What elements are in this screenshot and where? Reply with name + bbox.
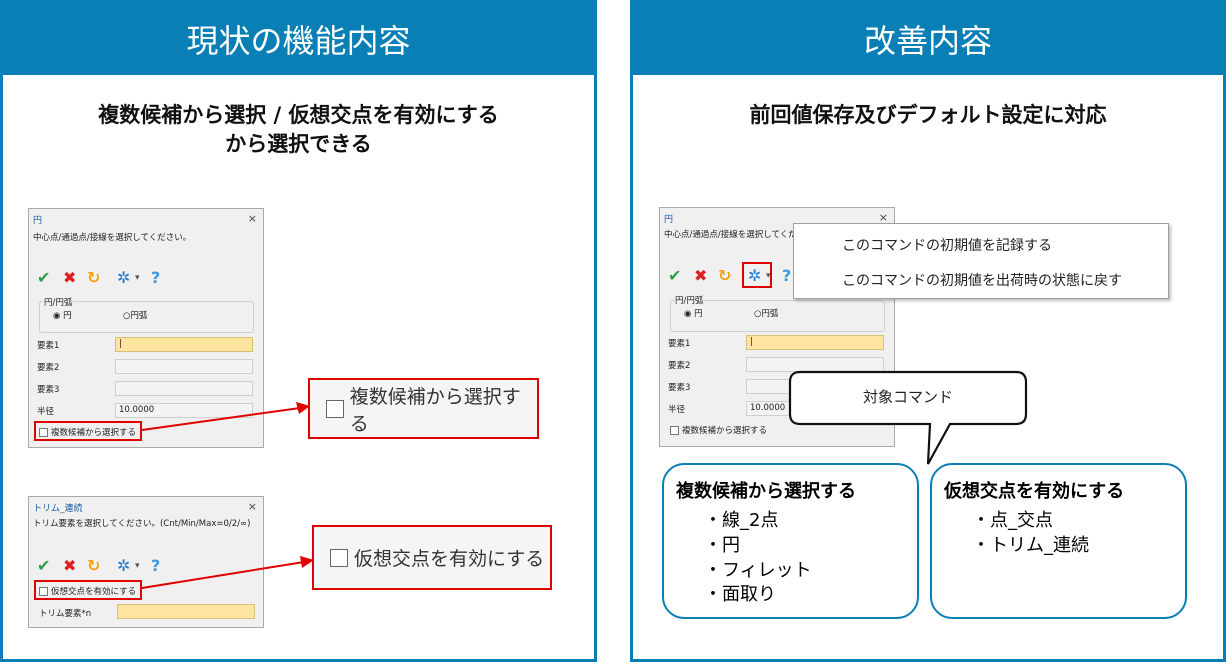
checkbox-icon <box>326 399 344 418</box>
dialog-title: 円 <box>664 215 674 225</box>
close-icon[interactable]: × <box>248 500 257 513</box>
ok-icon[interactable]: ✔ <box>37 269 50 287</box>
field2-label: 要素2 <box>668 361 691 371</box>
multi-candidate-checkbox[interactable]: 複数候補から選択する <box>670 424 767 436</box>
element1-input[interactable]: | <box>746 335 884 350</box>
box1-item: ・面取り <box>704 584 776 605</box>
box2-heading: 仮想交点を有効にする <box>944 481 1125 502</box>
speech-bubble-text: 対象コマンド <box>862 388 953 406</box>
box1-item: ・円 <box>704 535 740 556</box>
chevron-down-icon[interactable]: ▾ <box>135 269 140 287</box>
element1-input[interactable]: | <box>115 337 253 352</box>
ok-icon[interactable]: ✔ <box>668 267 681 285</box>
radio-arc-label: 円弧 <box>761 309 779 319</box>
speech-bubble-shape <box>788 370 1028 465</box>
callout-1-text: 複数候補から選択する <box>349 385 521 435</box>
dialog-title: 円 <box>33 216 43 226</box>
group-label: 円/円弧 <box>43 296 74 308</box>
box1-heading: 複数候補から選択する <box>676 481 856 502</box>
virtual-intersection-commands-box: 仮想交点を有効にする ・点_交点 ・トリム_連続 <box>930 463 1187 619</box>
callout-2-text: 仮想交点を有効にする <box>354 548 545 570</box>
field3-label: 要素3 <box>37 385 60 395</box>
settings-context-menu: このコマンドの初期値を記録する このコマンドの初期値を出荷時の状態に戻す <box>793 223 1169 299</box>
checkbox-icon <box>330 548 348 567</box>
multi-candidate-commands-box: 複数候補から選択する ・線_2点 ・円 ・フィレット ・面取り <box>662 463 919 619</box>
trim-element-input[interactable] <box>117 604 255 619</box>
cancel-icon[interactable]: ✖ <box>694 267 707 285</box>
dialog-instruction: 中心点/通過点/接線を選択してくださ <box>664 230 806 240</box>
radio-circle-label: 円 <box>694 309 703 319</box>
chevron-down-icon[interactable]: ▾ <box>135 557 140 575</box>
radio-arc[interactable]: ○円弧 <box>123 309 147 321</box>
field1-label: 要素1 <box>668 339 691 349</box>
box1-item: ・線_2点 <box>704 510 779 531</box>
checkbox-highlight-2 <box>34 580 142 600</box>
box1-item: ・フィレット <box>704 560 812 581</box>
subtitle-line-1: 複数候補から選択 / 仮想交点を有効にする <box>98 103 499 127</box>
cancel-icon[interactable]: ✖ <box>63 557 76 575</box>
refresh-icon[interactable]: ↻ <box>718 267 731 285</box>
menu-item-restore-factory-defaults[interactable]: このコマンドの初期値を出荷時の状態に戻す <box>842 270 1122 290</box>
element3-input[interactable] <box>115 381 253 396</box>
cancel-icon[interactable]: ✖ <box>63 269 76 287</box>
element2-input[interactable] <box>115 359 253 374</box>
current-function-title: 現状の機能内容 <box>3 3 594 75</box>
gear-highlight <box>742 262 772 288</box>
refresh-icon[interactable]: ↻ <box>87 269 100 287</box>
radius-label: 半径 <box>668 405 686 415</box>
current-function-subtitle: 複数候補から選択 / 仮想交点を有効にする から選択できる <box>3 101 594 159</box>
refresh-icon[interactable]: ↻ <box>87 557 100 575</box>
radio-arc-label: 円弧 <box>130 311 148 321</box>
ok-icon[interactable]: ✔ <box>37 557 50 575</box>
radio-circle-label: 円 <box>63 311 72 321</box>
settings-gear-icon[interactable]: ✲ <box>117 269 130 287</box>
callout-multi-candidate: 複数候補から選択する <box>308 378 539 439</box>
group-label: 円/円弧 <box>674 294 705 306</box>
field3-label: 要素3 <box>668 383 691 393</box>
settings-gear-icon[interactable]: ✲ <box>117 557 130 575</box>
radius-label: 半径 <box>37 407 55 417</box>
callout-virtual-intersection: 仮想交点を有効にする <box>312 525 552 590</box>
improvement-subtitle: 前回値保存及びデフォルト設定に対応 <box>749 103 1107 127</box>
menu-item-save-initial-values[interactable]: このコマンドの初期値を記録する <box>842 235 1052 255</box>
radio-circle[interactable]: ◉ 円 <box>53 309 72 321</box>
radio-arc[interactable]: ○円弧 <box>754 307 778 319</box>
box2-item: ・点_交点 <box>972 510 1053 531</box>
trim-element-label: トリム要素*n <box>39 609 92 619</box>
field2-label: 要素2 <box>37 363 60 373</box>
arrow-2 <box>141 556 314 589</box>
checkbox-icon <box>670 426 679 435</box>
dialog-instruction: 中心点/通過点/接線を選択してください。 <box>33 233 192 243</box>
checkbox-highlight-1 <box>34 421 142 441</box>
close-icon[interactable]: × <box>248 212 257 225</box>
box2-item: ・トリム_連続 <box>972 535 1089 556</box>
help-icon[interactable]: ? <box>151 269 160 287</box>
improvement-title: 改善内容 <box>633 3 1223 75</box>
dialog-title: トリム_連続 <box>33 504 83 514</box>
checkbox-label: 複数候補から選択する <box>682 426 768 436</box>
dialog-instruction: トリム要素を選択してください。(Cnt/Min/Max=0/2/∞) <box>33 519 251 529</box>
arrow-1 <box>141 402 310 431</box>
help-icon[interactable]: ? <box>782 267 791 285</box>
subtitle-line-2: から選択できる <box>225 132 372 156</box>
field1-label: 要素1 <box>37 341 60 351</box>
radio-circle[interactable]: ◉ 円 <box>684 307 703 319</box>
